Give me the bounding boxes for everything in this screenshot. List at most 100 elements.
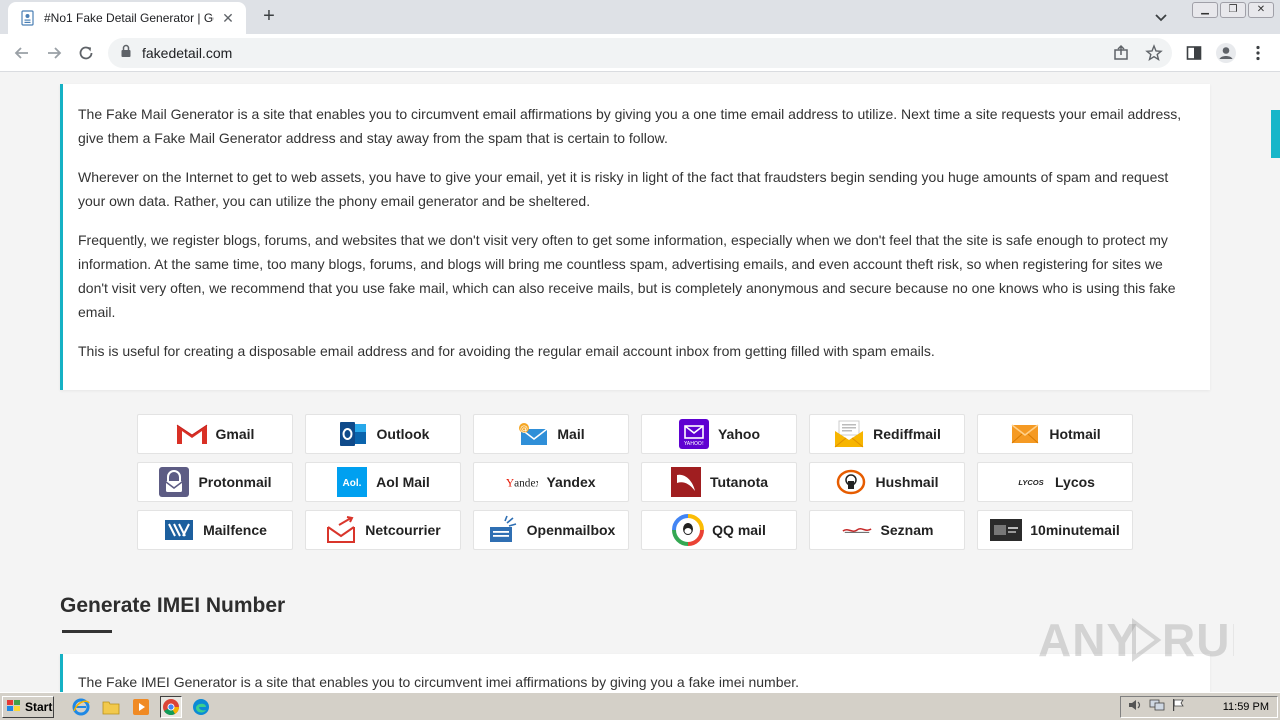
protonmail-icon [158,467,190,497]
provider-label: Netcourrier [365,522,441,538]
aol-icon: Aol. [336,467,368,497]
yandex-icon: Yandex [506,467,538,497]
reload-icon[interactable] [74,41,98,65]
provider-label: Mailfence [203,522,267,538]
menu-kebab-icon[interactable] [1252,44,1264,67]
openmailbox-icon [487,515,519,545]
provider-button-seznam[interactable]: Seznam [809,510,965,550]
netcourrier-icon [325,515,357,545]
gmail-icon [176,419,208,449]
forward-icon[interactable] [42,41,66,65]
tab-close-icon[interactable]: ✕ [220,10,236,27]
browser-toolbar: fakedetail.com [0,34,1280,72]
page-viewport: The Fake Mail Generator is a site that e… [0,72,1280,692]
favicon-icon [20,10,36,26]
provider-button-rediffmail[interactable]: Rediffmail [809,414,965,454]
provider-button-10minutemail[interactable]: 10minutemail [977,510,1133,550]
yahoo-icon: YAHOO! [678,419,710,449]
provider-button-lycos[interactable]: LYCOS Lycos [977,462,1133,502]
svg-text:LYCOS: LYCOS [1018,478,1043,487]
url-text: fakedetail.com [142,45,233,61]
new-tab-button[interactable]: + [258,6,280,28]
seznam-icon [841,515,873,545]
imei-paragraph: The Fake IMEI Generator is a site that e… [78,674,800,690]
provider-label: Seznam [880,522,934,538]
provider-button-mailfence[interactable]: Mailfence [137,510,293,550]
media-player-icon[interactable] [130,696,152,718]
provider-button-gmail[interactable]: Gmail [137,414,293,454]
intro-paragraph-4: This is useful for creating a disposable… [78,343,935,359]
chrome-taskbar-icon[interactable] [160,696,182,718]
windows-logo-icon [6,699,22,716]
svg-text:RUN: RUN [1162,614,1234,666]
provider-label: Tutanota [709,474,769,490]
anyrun-watermark: ANY RUN [1038,610,1264,681]
close-window-button[interactable]: ✕ [1248,2,1274,18]
provider-label: Yahoo [717,426,760,442]
minimize-button[interactable]: ▁ [1192,2,1218,18]
provider-button-openmailbox[interactable]: Openmailbox [473,510,629,550]
start-label: Start [25,700,53,714]
mail-icon: @ [517,419,549,449]
10minutemail-icon [990,515,1023,545]
svg-text:@: @ [520,424,528,433]
outlook-icon [337,419,369,449]
provider-button-qq[interactable]: QQ mail [641,510,797,550]
imei-section-title: Generate IMEI Number [60,594,286,617]
intro-paragraph-2: Wherever on the Internet to get to web a… [78,169,1169,209]
provider-label: Lycos [1055,474,1095,490]
svg-text:YAHOO!: YAHOO! [683,441,704,447]
provider-button-yahoo[interactable]: YAHOO! Yahoo [641,414,797,454]
provider-button-hotmail[interactable]: Hotmail [977,414,1133,454]
tab-title: #No1 Fake Detail Generator | Get W [44,11,214,25]
intro-card: The Fake Mail Generator is a site that e… [60,84,1210,390]
provider-button-outlook[interactable]: Outlook [305,414,461,454]
provider-button-netcourrier[interactable]: Netcourrier [305,510,461,550]
provider-button-hushmail[interactable]: Hushmail [809,462,965,502]
windows-taskbar: Start 11:59 PM [0,692,1280,720]
provider-label: QQ mail [712,522,766,538]
svg-text:Yandex: Yandex [506,478,538,490]
provider-button-mail[interactable]: @ Mail [473,414,629,454]
restore-button[interactable]: ❐ [1220,2,1246,18]
hotmail-icon [1009,419,1041,449]
ie-icon[interactable] [70,696,92,718]
provider-label: Openmailbox [526,522,616,538]
svg-text:ANY: ANY [1038,614,1138,666]
provider-label: Rediffmail [873,426,941,442]
scroll-to-top-tab[interactable] [1271,110,1280,158]
bookmark-star-icon[interactable] [1145,44,1163,67]
browser-tab[interactable]: #No1 Fake Detail Generator | Get W ✕ [8,2,246,34]
provider-grid: Gmail Outlook @ Mail YAHOO! Yahoo Rediff… [137,414,1133,550]
svg-text:Aol.: Aol. [343,478,362,489]
network-icon[interactable] [1149,698,1165,717]
provider-button-tutanota[interactable]: Tutanota [641,462,797,502]
tab-search-chevron-icon[interactable] [1152,8,1170,26]
provider-label: Outlook [376,426,430,442]
profile-avatar-icon[interactable] [1215,42,1237,69]
provider-button-yandex[interactable]: Yandex Yandex [473,462,629,502]
hushmail-icon [835,467,867,497]
start-button[interactable]: Start [2,696,54,718]
provider-label: 10minutemail [1030,522,1120,538]
lock-icon[interactable] [120,44,132,63]
provider-label: Hotmail [1049,426,1101,442]
section-underline [62,630,112,633]
edge-icon[interactable] [190,696,212,718]
action-center-flag-icon[interactable] [1171,698,1185,717]
share-icon[interactable] [1112,44,1130,67]
provider-button-aol[interactable]: Aol. Aol Mail [305,462,461,502]
address-bar[interactable]: fakedetail.com [108,38,1172,68]
provider-label: Aol Mail [376,474,430,490]
taskbar-clock[interactable]: 11:59 PM [1223,701,1269,713]
provider-button-protonmail[interactable]: Protonmail [137,462,293,502]
provider-label: Mail [557,426,585,442]
tutanota-icon [670,467,702,497]
qq-icon [672,514,705,546]
back-icon[interactable] [10,41,34,65]
folder-icon[interactable] [100,696,122,718]
provider-label: Gmail [215,426,255,442]
provider-label: Hushmail [875,474,939,490]
volume-icon[interactable] [1127,698,1143,717]
side-panel-icon[interactable] [1185,44,1203,67]
